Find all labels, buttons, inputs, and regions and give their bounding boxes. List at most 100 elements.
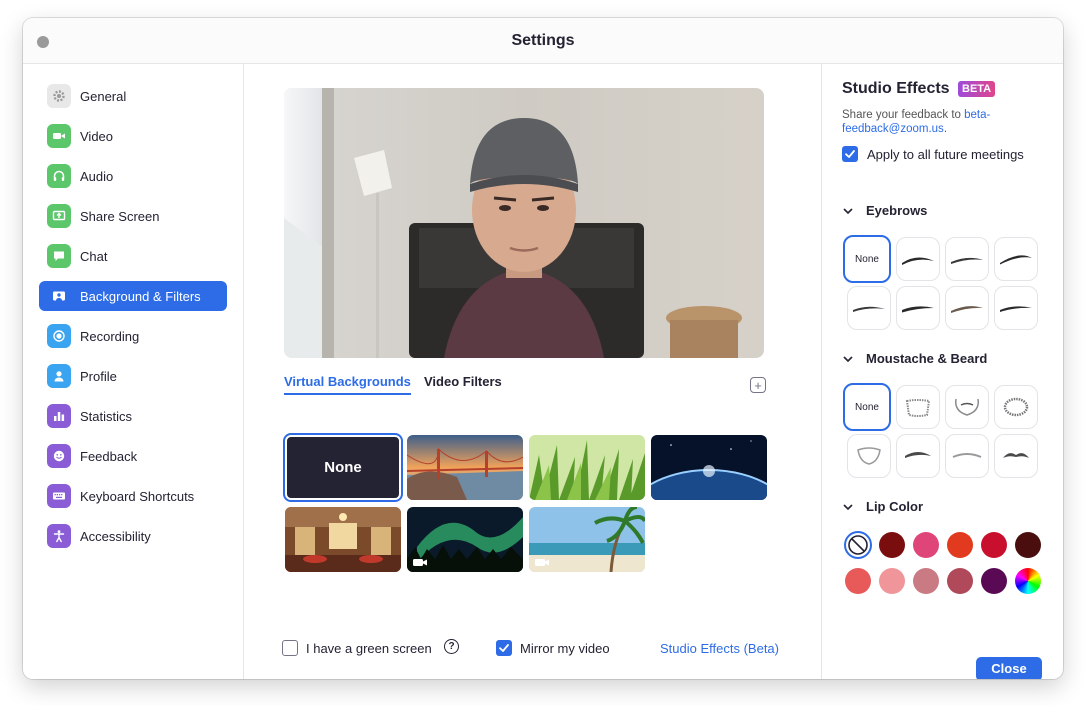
studio-effects-link[interactable]: Studio Effects (Beta) (660, 641, 779, 656)
sidebar-item-profile[interactable]: Profile (39, 361, 227, 391)
lip-color-swatch[interactable] (845, 568, 871, 594)
video-preview (284, 88, 764, 358)
background-golden-gate-tile[interactable] (407, 435, 523, 500)
feedback-suffix: . (943, 123, 948, 135)
smiley-icon (47, 444, 71, 468)
moustache-none-option[interactable]: None (843, 383, 891, 431)
sidebar-item-background-filters[interactable]: Background & Filters (39, 281, 227, 311)
add-background-button[interactable]: + (750, 377, 766, 393)
sidebar-item-video[interactable]: Video (39, 121, 227, 151)
apply-future-checkbox[interactable] (842, 146, 858, 162)
moustache-option[interactable] (994, 385, 1038, 429)
sidebar-item-label: Share Screen (80, 208, 160, 224)
sidebar-item-label: Video (80, 128, 114, 144)
chat-bubble-icon (47, 244, 71, 268)
background-icon (47, 284, 71, 308)
headphones-icon (47, 164, 71, 188)
eyebrow-option[interactable] (896, 237, 940, 281)
background-lobby-tile[interactable] (285, 507, 401, 572)
eyebrow-option[interactable] (847, 286, 891, 330)
moustache-title: Moustache & Beard (866, 351, 988, 366)
sidebar-item-label: Background & Filters (80, 288, 201, 304)
moustache-option[interactable] (896, 385, 940, 429)
panel-footer: I have a green screen ? Mirror my video … (280, 636, 800, 658)
lip-color-swatch[interactable] (947, 568, 973, 594)
sidebar-item-audio[interactable]: Audio (39, 161, 227, 191)
sidebar: General Video Audio Share Screen Chat Ba… (23, 64, 244, 679)
sidebar-item-share-screen[interactable]: Share Screen (39, 201, 227, 231)
studio-effects-title: Studio Effects (842, 80, 950, 97)
lip-color-swatch[interactable] (913, 568, 939, 594)
beta-badge: BETA (958, 81, 996, 97)
feedback-note: Share your feedback to beta-feedback@zoo… (842, 108, 1042, 136)
studio-effects-panel: Studio Effects BETA Share your feedback … (822, 64, 1063, 679)
lip-color-swatch[interactable] (879, 568, 905, 594)
moustache-option[interactable] (896, 434, 940, 478)
video-camera-icon (47, 124, 71, 148)
sidebar-item-statistics[interactable]: Statistics (39, 401, 227, 431)
moustache-section-header[interactable]: Moustache & Beard (842, 351, 987, 366)
feedback-prefix: Share your feedback to (842, 109, 965, 121)
window-title: Settings (511, 32, 575, 49)
sidebar-item-label: Keyboard Shortcuts (80, 488, 195, 504)
sidebar-item-general[interactable]: General (39, 81, 227, 111)
moustache-option[interactable] (994, 434, 1038, 478)
eyebrow-none-option[interactable]: None (843, 235, 891, 283)
eyebrows-section-header[interactable]: Eyebrows (842, 203, 927, 218)
eyebrow-option[interactable] (994, 286, 1038, 330)
keyboard-icon (47, 484, 71, 508)
sidebar-item-label: General (80, 88, 127, 104)
tab-virtual-backgrounds[interactable]: Virtual Backgrounds (284, 374, 411, 395)
moustache-option[interactable] (945, 434, 989, 478)
lip-color-section-header[interactable]: Lip Color (842, 499, 923, 514)
lip-color-custom-option[interactable] (1015, 568, 1041, 594)
background-none-tile[interactable]: None (285, 435, 401, 500)
tab-video-filters[interactable]: Video Filters (424, 374, 502, 393)
lip-color-swatch[interactable] (1015, 532, 1041, 558)
apply-future-label: Apply to all future meetings (867, 147, 1024, 162)
no-color-icon (848, 535, 868, 555)
plus-icon: + (754, 377, 762, 393)
record-icon (47, 324, 71, 348)
green-screen-label: I have a green screen (306, 641, 432, 656)
lip-color-swatch[interactable] (981, 568, 1007, 594)
eyebrows-title: Eyebrows (866, 203, 928, 218)
lip-color-swatch[interactable] (981, 532, 1007, 558)
green-screen-checkbox[interactable] (282, 640, 298, 656)
mirror-video-label: Mirror my video (520, 641, 610, 656)
sidebar-item-recording[interactable]: Recording (39, 321, 227, 351)
sidebar-item-label: Chat (80, 248, 108, 264)
eyebrow-option[interactable] (945, 286, 989, 330)
eyebrow-option[interactable] (945, 237, 989, 281)
close-button[interactable]: Close (976, 657, 1042, 679)
lip-color-swatch[interactable] (879, 532, 905, 558)
person-icon (47, 364, 71, 388)
background-beach-tile[interactable] (529, 507, 645, 572)
title-bar: Settings (23, 18, 1063, 64)
moustache-option[interactable] (847, 434, 891, 478)
eyebrow-option[interactable] (994, 237, 1038, 281)
eyebrow-option[interactable] (896, 286, 940, 330)
lip-color-swatch[interactable] (947, 532, 973, 558)
lip-color-none-option[interactable] (844, 531, 872, 559)
sidebar-item-chat[interactable]: Chat (39, 241, 227, 271)
background-earth-tile[interactable] (651, 435, 767, 500)
sidebar-item-feedback[interactable]: Feedback (39, 441, 227, 471)
sidebar-item-label: Recording (80, 328, 140, 344)
sidebar-item-accessibility[interactable]: Accessibility (39, 521, 227, 551)
settings-window: Settings General Video Audio Share Scree… (23, 18, 1063, 679)
background-aurora-tile[interactable] (407, 507, 523, 572)
bar-chart-icon (47, 404, 71, 428)
sidebar-item-label: Statistics (80, 408, 133, 424)
sidebar-item-label: Audio (80, 168, 114, 184)
lip-color-swatch[interactable] (913, 532, 939, 558)
share-screen-icon (47, 204, 71, 228)
sidebar-item-label: Accessibility (80, 528, 151, 544)
help-icon[interactable]: ? (444, 639, 459, 654)
background-grass-tile[interactable] (529, 435, 645, 500)
sidebar-item-keyboard-shortcuts[interactable]: Keyboard Shortcuts (39, 481, 227, 511)
mirror-video-checkbox[interactable] (496, 640, 512, 656)
moustache-option[interactable] (945, 385, 989, 429)
sidebar-item-label: Profile (80, 368, 117, 384)
background-tabs: Virtual Backgrounds Video Filters (284, 374, 764, 398)
